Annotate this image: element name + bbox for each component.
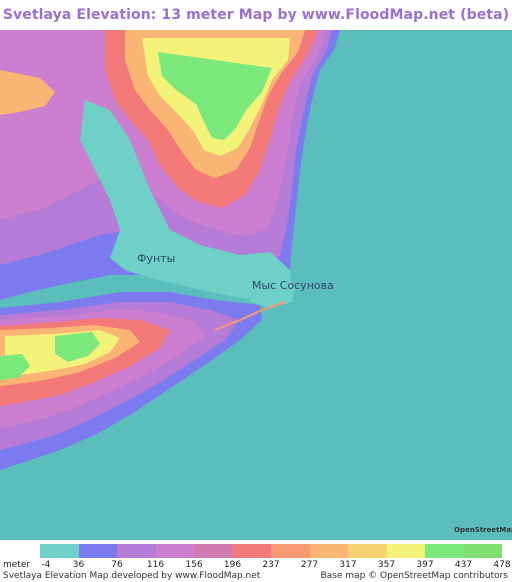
- legend-swatch: [78, 544, 117, 558]
- elevation-legend: meter -4 36 76 116 156 196 237 277 317 357 397 437 4…: [0, 540, 512, 582]
- footer-attribution: Base map © OpenStreetMap contributors: [320, 571, 508, 581]
- legend-value-label: 237: [262, 560, 280, 570]
- legend-value-label: 317: [339, 560, 357, 570]
- place-label-mys-sosunova: Мыс Сосунова: [252, 279, 334, 292]
- openstreetmap-logo-text: OpenStreetMap: [454, 526, 512, 534]
- legend-value-label: 357: [377, 560, 396, 570]
- map-title: Svetlaya Elevation: 13 meter Map by www.…: [2, 7, 510, 23]
- legend-value-label: -4: [41, 560, 51, 570]
- legend-swatch: [232, 544, 271, 558]
- legend-value-label: 36: [72, 560, 85, 570]
- legend-swatch: [155, 544, 194, 558]
- place-label-funty: Фунты: [137, 252, 176, 265]
- legend-swatch: [386, 544, 425, 558]
- elevation-map[interactable]: Фунты Мыс Сосунова: [0, 30, 512, 540]
- legend-value-label: 116: [146, 560, 165, 570]
- legend-swatch: [271, 544, 310, 558]
- legend-value-label: 478: [493, 560, 511, 570]
- legend-swatch: [425, 544, 464, 558]
- legend-swatch: [194, 544, 233, 558]
- legend-swatch: [309, 544, 348, 558]
- legend-value-label: 156: [185, 560, 203, 570]
- legend-value-label: 397: [416, 560, 434, 570]
- legend-color-bar: [40, 544, 502, 558]
- legend-swatch: [463, 544, 502, 558]
- legend-swatch: [117, 544, 156, 558]
- openstreetmap-logo[interactable]: OpenStreetMap: [452, 522, 512, 538]
- title-bar: Svetlaya Elevation: 13 meter Map by www.…: [0, 0, 512, 30]
- legend-swatch: [40, 544, 79, 558]
- footer-credit: Svetlaya Elevation Map developed by www.…: [3, 571, 261, 581]
- legend-value-label: 277: [300, 560, 319, 570]
- legend-value-label: 76: [111, 560, 123, 570]
- legend-swatch: [348, 544, 387, 558]
- legend-value-label: 437: [454, 560, 473, 570]
- legend-value-label: 196: [223, 560, 242, 570]
